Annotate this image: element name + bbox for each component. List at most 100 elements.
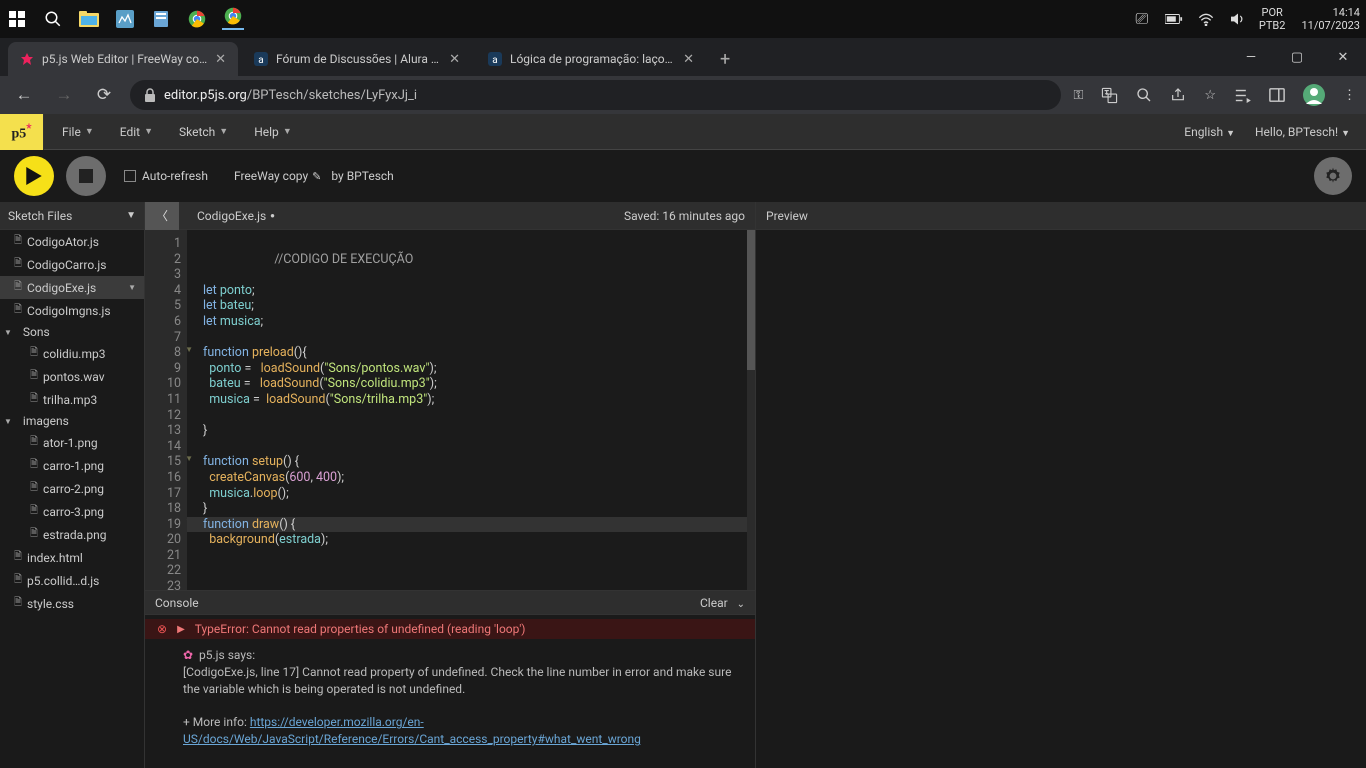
- clock[interactable]: 14:14 11/07/2023: [1301, 6, 1360, 32]
- translate-icon[interactable]: [1101, 87, 1118, 104]
- clear-console-button[interactable]: Clear: [700, 596, 728, 610]
- close-icon[interactable]: ✕: [683, 52, 694, 67]
- svg-text:a: a: [258, 55, 263, 66]
- chrome-icon[interactable]: [186, 8, 208, 30]
- maximize-icon[interactable]: ▢: [1274, 38, 1320, 76]
- file-icon: 🗎: [30, 503, 38, 520]
- file-item[interactable]: 🗎trilha.mp3: [0, 388, 144, 411]
- file-item[interactable]: 🗎p5.collid…d.js: [0, 569, 144, 592]
- editor-tab[interactable]: CodigoExe.js ●: [189, 209, 283, 223]
- address-bar: ← → ⟳ editor.p5js.org/BPTesch/sketches/L…: [0, 76, 1366, 114]
- browser-tab-active[interactable]: p5.js Web Editor | FreeWay copy ✕: [8, 42, 238, 76]
- settings-button[interactable]: [1314, 157, 1352, 195]
- more-info-link[interactable]: https://developer.mozilla.org/en-US/docs…: [183, 715, 641, 746]
- forward-button[interactable]: →: [50, 85, 78, 105]
- share-icon[interactable]: [1170, 87, 1186, 103]
- file-icon: 🗎: [30, 457, 38, 474]
- start-icon[interactable]: [6, 8, 28, 30]
- folder-item[interactable]: Sons: [0, 322, 144, 342]
- windows-taskbar: ⎚ POR PTB2 14:14 11/07/2023: [0, 0, 1366, 38]
- minimize-icon[interactable]: ―: [1228, 38, 1274, 76]
- close-icon[interactable]: ✕: [449, 52, 460, 67]
- address-input[interactable]: editor.p5js.org/BPTesch/sketches/LyFyxJj…: [130, 80, 1061, 110]
- user-greeting[interactable]: Hello, BPTesch! ▼: [1255, 125, 1350, 139]
- error-expand-icon[interactable]: ▶: [177, 624, 185, 635]
- language-selector[interactable]: English ▼: [1184, 125, 1235, 139]
- scrollbar[interactable]: [747, 230, 755, 590]
- play-bar: Auto-refresh FreeWay copy ✎ by BPTesch: [0, 150, 1366, 202]
- preview-title: Preview: [756, 202, 1366, 230]
- playlist-icon[interactable]: [1234, 88, 1251, 103]
- file-item[interactable]: 🗎index.html: [0, 546, 144, 569]
- file-icon: 🗎: [30, 391, 38, 408]
- file-item[interactable]: 🗎carro-2.png: [0, 477, 144, 500]
- menu-sketch[interactable]: Sketch▼: [167, 119, 240, 145]
- menu-file[interactable]: File▼: [50, 119, 106, 145]
- file-item[interactable]: 🗎pontos.wav: [0, 365, 144, 388]
- console: Console Clear ⌄ ⊗ ▶ TypeError: Cannot re…: [145, 590, 755, 768]
- file-item[interactable]: 🗎CodigoImgns.js: [0, 299, 144, 322]
- file-item[interactable]: 🗎colidiu.mp3: [0, 342, 144, 365]
- file-item[interactable]: 🗎CodigoCarro.js: [0, 253, 144, 276]
- profile-avatar-icon[interactable]: [1303, 84, 1325, 106]
- reload-button[interactable]: ⟳: [90, 85, 118, 105]
- stop-button[interactable]: [66, 156, 106, 196]
- svg-text:a: a: [492, 55, 497, 66]
- sound-icon[interactable]: [1227, 8, 1249, 30]
- file-icon: 🗎: [30, 480, 38, 497]
- file-icon: 🗎: [30, 434, 38, 451]
- file-list: 🗎CodigoAtor.js🗎CodigoCarro.js🗎CodigoExe.…: [0, 230, 144, 768]
- file-item[interactable]: 🗎carro-3.png: [0, 500, 144, 523]
- code-editor[interactable]: 1234567891011121314151617181920212223242…: [145, 230, 755, 590]
- file-icon: 🗎: [30, 368, 38, 385]
- console-error-row: ⊗ ▶ TypeError: Cannot read properties of…: [145, 619, 755, 639]
- kbd-lang[interactable]: POR: [1259, 6, 1286, 19]
- collapse-sidebar-button[interactable]: 〈: [145, 202, 179, 230]
- file-item[interactable]: 🗎carro-1.png: [0, 454, 144, 477]
- zoom-icon[interactable]: [1136, 87, 1152, 103]
- back-button[interactable]: ←: [10, 85, 38, 105]
- p5-favicon-icon: [20, 52, 34, 66]
- menu-edit[interactable]: Edit▼: [108, 119, 165, 145]
- chevron-down-icon[interactable]: ▼: [126, 210, 136, 221]
- wifi-icon[interactable]: [1195, 8, 1217, 30]
- file-icon: 🗎: [14, 302, 22, 319]
- p5-logo[interactable]: p5*: [0, 114, 44, 150]
- preview-pane: Preview: [756, 202, 1366, 768]
- kbd-layout[interactable]: PTB2: [1259, 19, 1286, 32]
- close-icon[interactable]: ✕: [215, 52, 226, 67]
- app-icon-1[interactable]: [114, 8, 136, 30]
- sidebar: Sketch Files ▼ 🗎CodigoAtor.js🗎CodigoCarr…: [0, 202, 145, 768]
- sketch-name[interactable]: FreeWay copy: [234, 169, 308, 183]
- chevron-down-icon[interactable]: ⌄: [737, 599, 745, 610]
- chevron-down-icon[interactable]: ▼: [128, 283, 136, 292]
- browser-tab[interactable]: a Lógica de programação: laços e l ✕: [476, 42, 706, 76]
- tray-icon[interactable]: ⎚: [1131, 8, 1153, 30]
- file-item[interactable]: 🗎ator-1.png: [0, 431, 144, 454]
- file-item[interactable]: 🗎style.css: [0, 592, 144, 615]
- file-explorer-icon[interactable]: [78, 8, 100, 30]
- error-message: TypeError: Cannot read properties of und…: [195, 622, 526, 636]
- menu-help[interactable]: Help▼: [242, 119, 304, 145]
- key-icon[interactable]: ⚿: [1073, 88, 1083, 103]
- sidebar-toggle-icon[interactable]: [1269, 87, 1285, 103]
- file-icon: 🗎: [30, 526, 38, 543]
- auto-refresh-toggle[interactable]: Auto-refresh: [124, 169, 208, 183]
- search-icon[interactable]: [42, 8, 64, 30]
- edit-name-icon[interactable]: ✎: [312, 170, 321, 183]
- menu-icon[interactable]: ⋮: [1343, 88, 1356, 103]
- new-tab-button[interactable]: +: [710, 42, 740, 76]
- checkbox-icon[interactable]: [124, 170, 136, 182]
- file-item[interactable]: 🗎estrada.png: [0, 523, 144, 546]
- folder-item[interactable]: imagens: [0, 411, 144, 431]
- console-title: Console: [155, 596, 199, 610]
- file-item[interactable]: 🗎CodigoExe.js▼: [0, 276, 144, 299]
- file-item[interactable]: 🗎CodigoAtor.js: [0, 230, 144, 253]
- close-window-icon[interactable]: ✕: [1320, 38, 1366, 76]
- star-icon[interactable]: ☆: [1204, 88, 1216, 103]
- play-button[interactable]: [14, 156, 54, 196]
- battery-icon[interactable]: [1163, 8, 1185, 30]
- app-icon-2[interactable]: [150, 8, 172, 30]
- browser-tab[interactable]: a Fórum de Discussões | Alura - Cu ✕: [242, 42, 472, 76]
- chrome-icon-active[interactable]: [222, 8, 244, 30]
